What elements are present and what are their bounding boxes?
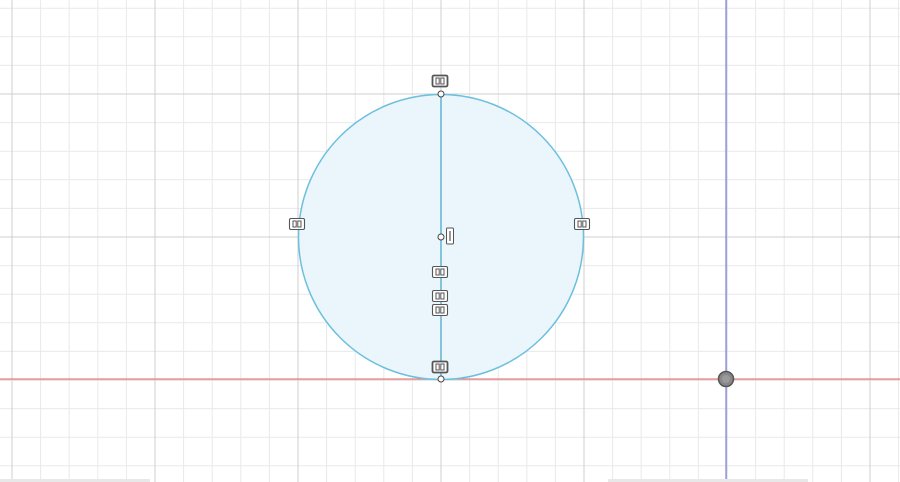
origin-point-icon[interactable]: [717, 370, 735, 388]
coincident-constraint-icon: [431, 303, 449, 317]
coincident-glyph-frame: [288, 217, 306, 231]
coincident-constraint-icon: [431, 265, 449, 279]
coincident-constraint-icon: [573, 217, 591, 231]
coincident-glyph-frame: [431, 360, 449, 374]
coincident-constraint-icon: [288, 217, 306, 231]
vertical-constraint-icon: [446, 227, 454, 245]
sketch-viewport[interactable]: [0, 0, 900, 482]
circle-center-point[interactable]: [437, 233, 445, 241]
circle-bottom-point[interactable]: [437, 375, 445, 383]
coincident-constraint-icon: [431, 289, 449, 303]
sketch-canvas[interactable]: [0, 0, 900, 482]
coincident-constraint-icon: [431, 360, 449, 374]
coincident-glyph-frame: [431, 265, 449, 279]
coincident-glyph-frame: [431, 74, 449, 88]
origin-inner: [722, 375, 730, 383]
coincident-glyph-frame: [431, 303, 449, 317]
coincident-glyph-frame: [573, 217, 591, 231]
coincident-glyph-frame: [431, 289, 449, 303]
coincident-constraint-icon: [431, 74, 449, 88]
circle-top-point[interactable]: [437, 90, 445, 98]
